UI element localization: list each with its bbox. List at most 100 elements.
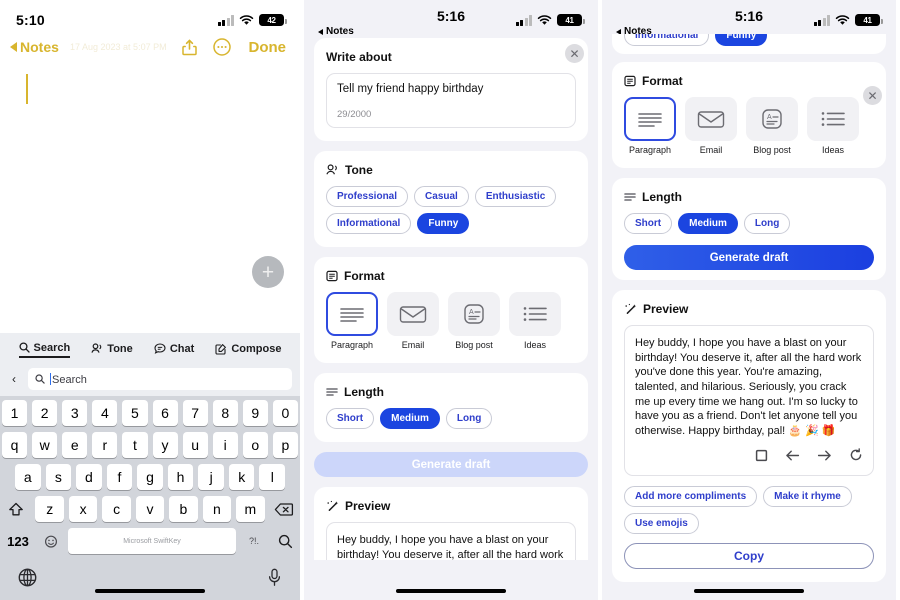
key[interactable]: 0 [272, 400, 298, 426]
key[interactable]: a [14, 464, 41, 490]
key[interactable]: y [152, 432, 178, 458]
format-label-paragraph: Paragraph [330, 340, 374, 350]
key[interactable]: b [169, 496, 198, 522]
kb-tool-label: Compose [231, 342, 282, 355]
key[interactable]: 5 [122, 400, 148, 426]
format-option-blogpost[interactable]: A Blog post [448, 292, 500, 350]
length-chip-long[interactable]: Long [445, 408, 493, 429]
key[interactable]: k [228, 464, 255, 490]
keyboard-search-icon[interactable] [272, 528, 298, 554]
format-option-paragraph[interactable]: Paragraph [624, 97, 676, 155]
key[interactable]: z [35, 496, 64, 522]
format-option-paragraph[interactable]: Paragraph [326, 292, 378, 350]
generate-draft-button[interactable]: Generate draft [624, 245, 874, 270]
suggestion-add-more-compliments[interactable]: Add more compliments [624, 486, 758, 508]
format-label-paragraph: Paragraph [628, 145, 672, 155]
regenerate-icon[interactable] [849, 448, 863, 467]
key[interactable]: p [272, 432, 298, 458]
shift-icon[interactable] [2, 496, 30, 522]
key[interactable]: v [135, 496, 165, 522]
close-icon[interactable]: ✕ [565, 44, 584, 63]
length-chip-long[interactable]: Long [743, 213, 791, 234]
key[interactable]: u [182, 432, 208, 458]
key[interactable]: i [212, 432, 238, 458]
key[interactable]: s [45, 464, 72, 490]
length-chip-short[interactable]: Short [326, 408, 375, 429]
microphone-icon[interactable] [267, 568, 282, 592]
kb-tool-chat[interactable]: Chat [154, 343, 194, 357]
tone-chip-funny[interactable]: Funny [715, 34, 768, 46]
arrow-left-icon[interactable] [785, 449, 800, 467]
kb-tool-compose[interactable]: Compose [215, 343, 281, 357]
tone-chip-informational[interactable]: Informational [624, 34, 710, 46]
kb-tool-search[interactable]: Search [18, 342, 71, 358]
key[interactable]: 4 [92, 400, 118, 426]
prompt-input[interactable]: Tell my friend happy birthday 29/2000 [326, 73, 576, 128]
format-option-blogpost[interactable]: A Blog post [746, 97, 798, 155]
share-icon[interactable] [181, 39, 197, 56]
length-chips: Short Medium Long [624, 213, 874, 234]
key[interactable]: f [106, 464, 133, 490]
key[interactable]: r [92, 432, 118, 458]
format-option-email[interactable]: Email [685, 97, 737, 155]
key[interactable]: 3 [62, 400, 88, 426]
key[interactable]: w [32, 432, 58, 458]
tone-chip-casual[interactable]: Casual [414, 186, 469, 207]
back-to-notes-button[interactable]: Notes [10, 39, 59, 55]
tone-chip-professional[interactable]: Professional [326, 186, 409, 207]
screenshot-panels: 5:10 42 Notes 17 Aug 2023 at 5:07 PM Don… [0, 0, 900, 600]
format-option-email[interactable]: Email [387, 292, 439, 350]
battery-level: 41 [863, 15, 872, 25]
done-button[interactable]: Done [249, 39, 287, 56]
ellipsis-circle-icon[interactable] [212, 38, 231, 56]
plus-icon[interactable]: + [252, 256, 284, 288]
length-chip-short[interactable]: Short [624, 213, 673, 234]
suggestion-use-emojis[interactable]: Use emojis [624, 513, 699, 535]
spacebar[interactable]: Microsoft SwiftKey [68, 528, 236, 554]
key[interactable]: o [242, 432, 268, 458]
key[interactable]: q [2, 432, 28, 458]
key[interactable]: c [102, 496, 131, 522]
format-option-ideas[interactable]: Ideas [807, 97, 859, 155]
key[interactable]: e [62, 432, 88, 458]
key[interactable]: 9 [242, 400, 268, 426]
length-chip-medium[interactable]: Medium [678, 213, 738, 234]
close-icon[interactable]: ✕ [863, 86, 882, 105]
key[interactable]: h [167, 464, 194, 490]
generate-draft-button[interactable]: Generate draft [314, 452, 588, 477]
note-editor-body[interactable]: + [0, 62, 300, 298]
numeric-key[interactable]: 123 [2, 528, 34, 554]
copy-button[interactable]: Copy [624, 543, 874, 570]
key[interactable]: l [259, 464, 286, 490]
key[interactable]: j [198, 464, 224, 490]
format-card: Format Paragraph Email A Blog post Ideas [612, 62, 886, 168]
tone-chip-funny[interactable]: Funny [417, 213, 470, 234]
tone-chip-informational[interactable]: Informational [326, 213, 412, 234]
tone-chip-enthusiastic[interactable]: Enthusiastic [474, 186, 557, 207]
arrow-right-icon[interactable] [817, 449, 832, 467]
svg-text:A: A [767, 114, 772, 121]
suggestion-make-it-rhyme[interactable]: Make it rhyme [763, 486, 852, 508]
backspace-icon[interactable] [270, 496, 298, 522]
punctuation-key[interactable]: ?!. [241, 528, 267, 554]
format-option-ideas[interactable]: Ideas [509, 292, 561, 350]
key[interactable]: d [76, 464, 102, 490]
length-chip-medium[interactable]: Medium [380, 408, 440, 429]
key[interactable]: 2 [32, 400, 58, 426]
preview-label: Preview [345, 499, 391, 513]
key[interactable]: 1 [2, 400, 28, 426]
key[interactable]: m [236, 496, 265, 522]
kb-tool-tone[interactable]: Tone [91, 343, 133, 357]
key[interactable]: t [122, 432, 148, 458]
key[interactable]: n [202, 496, 232, 522]
key[interactable]: 6 [152, 400, 178, 426]
key[interactable]: x [68, 496, 98, 522]
globe-icon[interactable] [18, 568, 37, 592]
kb-search-back-button[interactable]: ‹ [8, 372, 20, 386]
search-input[interactable]: Search [28, 368, 292, 390]
key[interactable]: 8 [212, 400, 238, 426]
key[interactable]: 7 [182, 400, 208, 426]
stop-icon[interactable] [755, 449, 768, 467]
key[interactable]: g [137, 464, 163, 490]
emoji-icon[interactable] [39, 528, 63, 554]
